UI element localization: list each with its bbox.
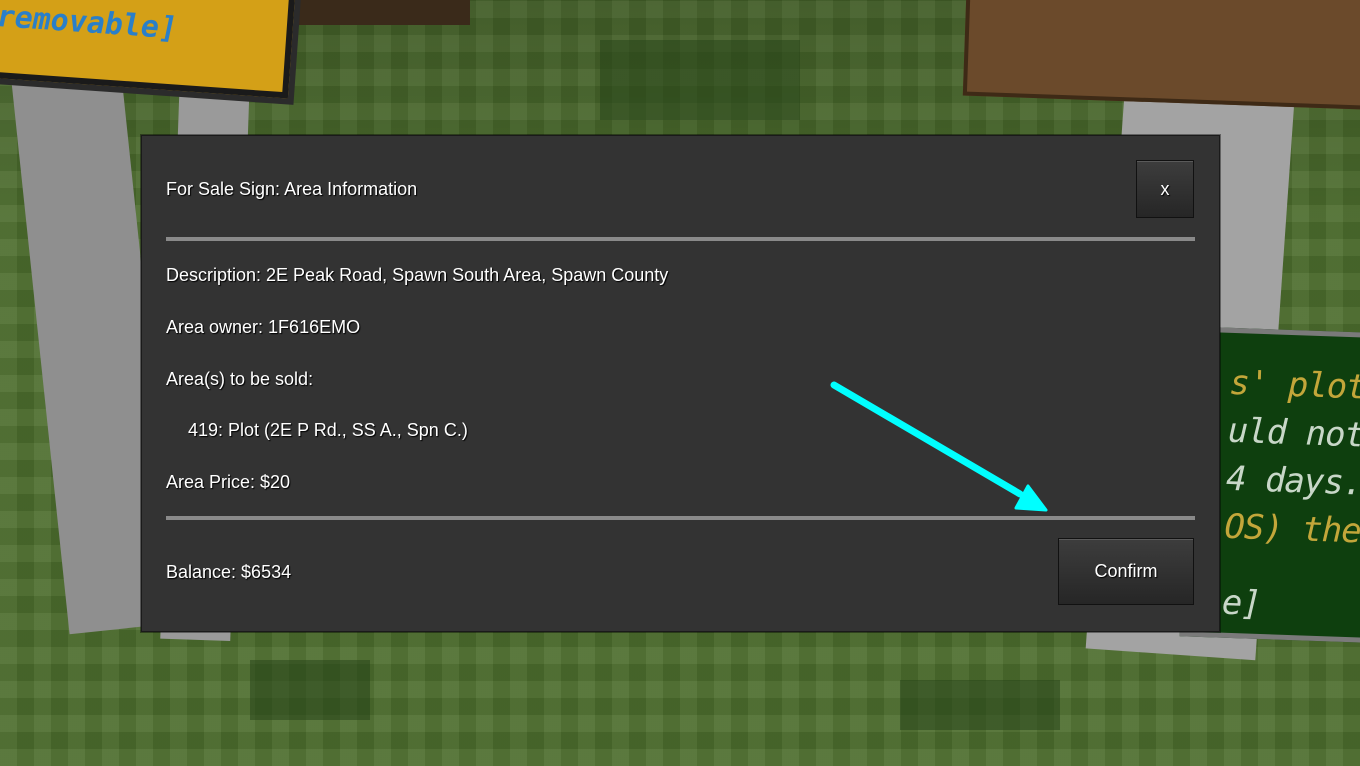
confirm-button[interactable]: Confirm <box>1058 538 1194 605</box>
brown-sign <box>962 0 1360 111</box>
area-list-item: 419: Plot (2E P Rd., SS A., Spn C.) <box>188 420 468 440</box>
grass-shadow <box>900 680 1060 730</box>
green-sign-line: s' plot. Acc <box>1228 362 1360 411</box>
green-sign-line: 4 days. <box>1225 458 1360 504</box>
area-info-dialog: For Sale Sign: Area Information x Descri… <box>141 135 1220 632</box>
green-sign-line: OS) the "SA <box>1223 506 1360 554</box>
grass-shadow <box>250 660 370 720</box>
areas-to-be-sold-label: Area(s) to be sold: <box>166 369 314 389</box>
green-sign-line: e] <box>1221 582 1262 625</box>
grass-shadow <box>600 40 800 120</box>
divider <box>166 516 1195 520</box>
green-sign-line: uld not kee <box>1227 410 1360 458</box>
area-price: Area Price: $20 <box>166 472 291 492</box>
area-description: Description: 2E Peak Road, Spawn South A… <box>166 265 669 285</box>
balance: Balance: $6534 <box>166 562 292 582</box>
dialog-title: For Sale Sign: Area Information <box>166 179 418 199</box>
area-owner: Area owner: 1F616EMO <box>166 317 361 337</box>
divider <box>166 237 1195 241</box>
fence <box>290 0 470 25</box>
close-button[interactable]: x <box>1136 160 1194 218</box>
yellow-sign-text: removable] <box>0 0 181 47</box>
